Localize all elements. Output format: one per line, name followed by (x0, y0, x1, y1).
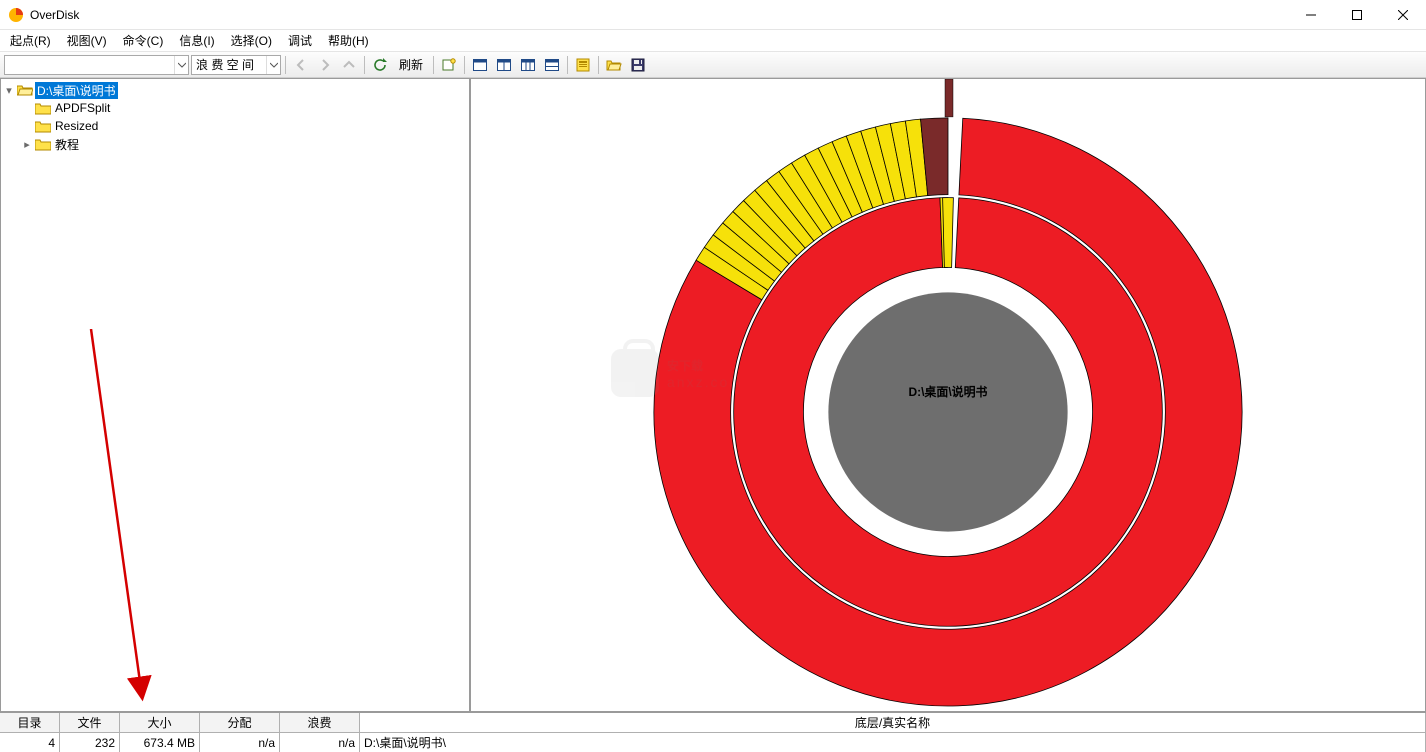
save-button[interactable] (627, 55, 649, 75)
menu-select[interactable]: 选择(O) (223, 30, 280, 51)
menu-view[interactable]: 视图(V) (59, 30, 115, 51)
annotation-arrow-icon (71, 329, 191, 709)
col-size[interactable]: 大小 (120, 713, 200, 733)
minimize-button[interactable] (1288, 0, 1334, 30)
folder-icon (35, 137, 51, 151)
menu-debug[interactable]: 调试 (280, 30, 320, 51)
tree-root[interactable]: ▾ D:\桌面\说明书 (3, 81, 467, 99)
new-window-button[interactable] (438, 55, 460, 75)
layout-4-button[interactable] (541, 55, 563, 75)
nav-up-button[interactable] (338, 55, 360, 75)
menu-command[interactable]: 命令(C) (115, 30, 172, 51)
cell-files: 232 (60, 733, 120, 752)
layout-1-button[interactable] (469, 55, 491, 75)
app-icon (8, 7, 24, 23)
refresh-button[interactable] (369, 55, 391, 75)
collapse-icon[interactable]: ▾ (3, 84, 15, 97)
toolbar-separator (567, 56, 568, 74)
folder-icon (35, 101, 51, 115)
expand-icon[interactable]: ▸ (21, 138, 33, 151)
tree-item-label: APDFSplit (53, 101, 112, 115)
tree-item-apdfsplit[interactable]: APDFSplit (3, 99, 467, 117)
open-button[interactable] (603, 55, 625, 75)
tree-item-label: Resized (53, 119, 100, 133)
toolbar-separator (364, 56, 365, 74)
view-mode-value: 浪 费 空 间 (196, 56, 266, 73)
toolbar-separator (464, 56, 465, 74)
toolbar-separator (285, 56, 286, 74)
refresh-label: 刷新 (393, 55, 429, 75)
chart-center-label: D:\桌面\说明书 (908, 384, 987, 399)
directory-tree[interactable]: ▾ D:\桌面\说明书 APDFSplit Resized ▸ 教程 (1, 79, 469, 155)
view-mode-combo[interactable]: 浪 费 空 间 (191, 55, 281, 75)
status-table: 目录 文件 大小 分配 浪费 底层/真实名称 4 232 673.4 MB n/… (0, 712, 1426, 752)
table-row[interactable]: 4 232 673.4 MB n/a n/a D:\桌面\说明书\ (0, 733, 1426, 752)
maximize-button[interactable] (1334, 0, 1380, 30)
nav-forward-button[interactable] (314, 55, 336, 75)
layout-2-button[interactable] (493, 55, 515, 75)
cell-size: 673.4 MB (120, 733, 200, 752)
nav-back-button[interactable] (290, 55, 312, 75)
titlebar: OverDisk (0, 0, 1426, 30)
cell-name: D:\桌面\说明书\ (360, 733, 1426, 752)
col-files[interactable]: 文件 (60, 713, 120, 733)
tree-item-resized[interactable]: Resized (3, 117, 467, 135)
close-button[interactable] (1380, 0, 1426, 30)
col-dirs[interactable]: 目录 (0, 713, 60, 733)
menubar: 起点(R) 视图(V) 命令(C) 信息(I) 选择(O) 调试 帮助(H) (0, 30, 1426, 52)
layout-3-button[interactable] (517, 55, 539, 75)
cell-waste: n/a (280, 733, 360, 752)
properties-button[interactable] (572, 55, 594, 75)
path-combo[interactable] (4, 55, 189, 75)
sunburst-chart: D:\桌面\说明书 (471, 79, 1425, 711)
cell-dirs: 4 (0, 733, 60, 752)
tree-panel: ▾ D:\桌面\说明书 APDFSplit Resized ▸ 教程 (0, 78, 470, 712)
folder-icon (35, 119, 51, 133)
chevron-down-icon[interactable] (266, 56, 280, 74)
chart-top-bar (945, 79, 953, 117)
folder-open-icon (17, 83, 33, 97)
col-waste[interactable]: 浪费 (280, 713, 360, 733)
cell-alloc: n/a (200, 733, 280, 752)
chart-panel[interactable]: 安下载 anxz.com D:\桌面\说明书 (470, 78, 1426, 712)
col-name[interactable]: 底层/真实名称 (360, 713, 1426, 733)
col-alloc[interactable]: 分配 (200, 713, 280, 733)
menu-help[interactable]: 帮助(H) (320, 30, 377, 51)
table-header-row: 目录 文件 大小 分配 浪费 底层/真实名称 (0, 713, 1426, 733)
workspace: ▾ D:\桌面\说明书 APDFSplit Resized ▸ 教程 (0, 78, 1426, 712)
tree-root-label: D:\桌面\说明书 (35, 82, 118, 99)
menu-info[interactable]: 信息(I) (171, 30, 222, 51)
tree-item-jiaocheng[interactable]: ▸ 教程 (3, 135, 467, 153)
chevron-down-icon[interactable] (174, 56, 188, 74)
tree-item-label: 教程 (53, 136, 81, 153)
window-title: OverDisk (30, 8, 79, 22)
menu-origin[interactable]: 起点(R) (2, 30, 59, 51)
toolbar-separator (433, 56, 434, 74)
toolbar: 浪 费 空 间 刷新 (0, 52, 1426, 78)
toolbar-separator (598, 56, 599, 74)
